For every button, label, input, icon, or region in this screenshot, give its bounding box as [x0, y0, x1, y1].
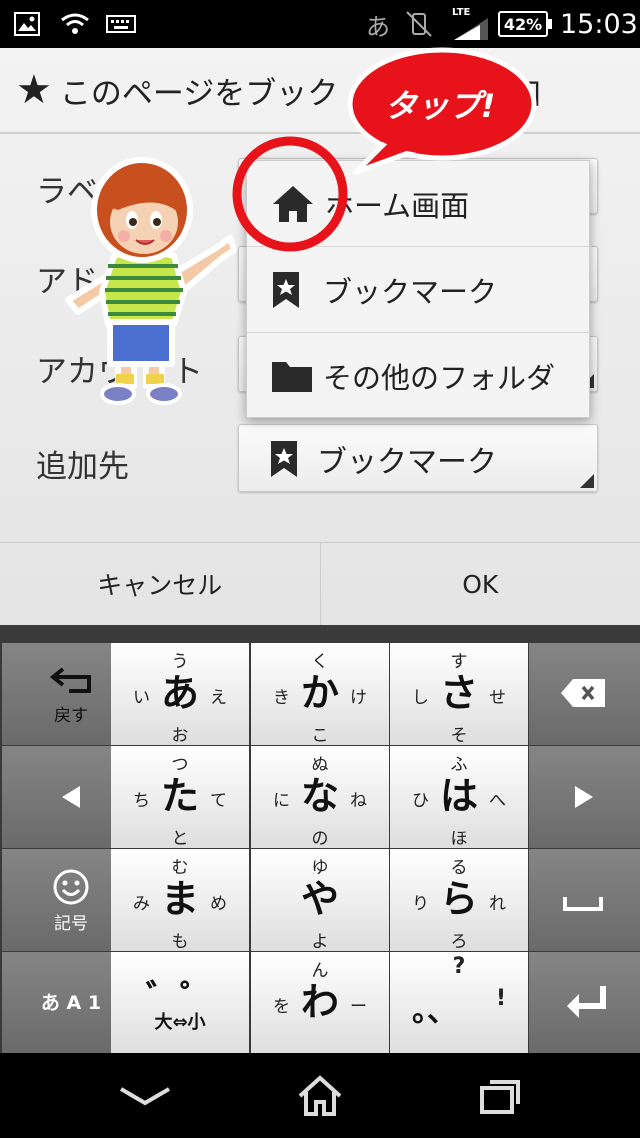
- home-nav-button[interactable]: [290, 1053, 350, 1138]
- signal-icon: [454, 17, 488, 40]
- back-button[interactable]: [110, 1053, 180, 1138]
- home-nav-icon: [298, 1074, 342, 1116]
- enter-icon: [567, 986, 606, 1018]
- star-icon: ★: [16, 67, 52, 113]
- space-icon: [563, 897, 603, 911]
- recents-button[interactable]: [470, 1053, 530, 1138]
- dakuten-key[interactable]: ゛゜ 大⇔小: [111, 952, 249, 1054]
- punctuation-key[interactable]: ? 。、 !: [390, 952, 528, 1054]
- undo-icon: [49, 667, 91, 693]
- key-ya-row[interactable]: ゆやよ: [251, 849, 389, 952]
- bookmark-icon: [273, 271, 299, 308]
- key-a-row[interactable]: ういあえお: [111, 643, 249, 746]
- destination-select[interactable]: ブックマーク: [238, 424, 598, 492]
- popup-item-other-folder[interactable]: その他のフォルダ: [247, 333, 591, 419]
- back-icon: [119, 1086, 171, 1105]
- callout-text: タップ!: [384, 87, 496, 125]
- ime-indicator: あ: [366, 12, 390, 41]
- key-ta-row[interactable]: つちたてと: [111, 746, 249, 849]
- key-ha-row[interactable]: ふひはへほ: [390, 746, 528, 849]
- recents-icon: [480, 1079, 520, 1114]
- navigation-bar: [0, 1053, 640, 1138]
- key-wa-row[interactable]: んをわー: [251, 952, 389, 1054]
- ok-button[interactable]: OK: [319, 543, 640, 625]
- gallery-notification-icon: [14, 0, 40, 48]
- popup-item-bookmark[interactable]: ブックマーク: [247, 247, 591, 333]
- battery-icon: 42%: [498, 0, 552, 48]
- cursor-right-key[interactable]: [529, 746, 640, 848]
- dialog-title: ★ このページをブック 加: [0, 48, 640, 132]
- dialog-title-text: このページをブック: [59, 75, 339, 112]
- enter-key[interactable]: [529, 952, 640, 1054]
- destination-field-label: 追加先: [36, 449, 129, 485]
- key-ka-row[interactable]: くきかけこ: [251, 643, 389, 746]
- key-ma-row[interactable]: むみまめも: [111, 849, 249, 952]
- bookmark-icon: [271, 441, 297, 477]
- tap-highlight-circle: [232, 136, 348, 252]
- vibrate-off-icon: [404, 0, 434, 48]
- cancel-button[interactable]: キャンセル: [0, 543, 320, 625]
- key-ra-row[interactable]: るりられろ: [390, 849, 528, 952]
- cartoon-boy-illustration: [65, 157, 237, 405]
- space-key[interactable]: ···: [529, 849, 640, 951]
- tap-callout: タップ!: [340, 44, 540, 174]
- key-na-row[interactable]: ぬになねの: [251, 746, 389, 849]
- wifi-icon: [60, 0, 90, 48]
- keyboard-notification-icon: [106, 0, 136, 48]
- smiley-icon: [53, 869, 89, 905]
- battery-level: 42%: [498, 11, 548, 37]
- destination-value: ブックマーク: [317, 445, 497, 480]
- network-type: LTE: [452, 6, 471, 18]
- clock: 15:03: [560, 8, 638, 40]
- arrow-left-icon: [62, 786, 80, 808]
- backspace-icon: [561, 679, 605, 707]
- folder-icon: [272, 362, 312, 392]
- backspace-key[interactable]: [529, 643, 640, 745]
- arrow-right-icon: [575, 786, 593, 808]
- dialog-buttons: キャンセル OK: [0, 542, 640, 625]
- key-sa-row[interactable]: すしさせそ: [390, 643, 528, 746]
- japanese-keyboard: 戻す ういあえお くきかけこ すしさせそ つちたてと ぬになねの ふひはへほ 記…: [0, 625, 640, 1054]
- status-bar: あ LTE 42% 15:03: [0, 0, 640, 48]
